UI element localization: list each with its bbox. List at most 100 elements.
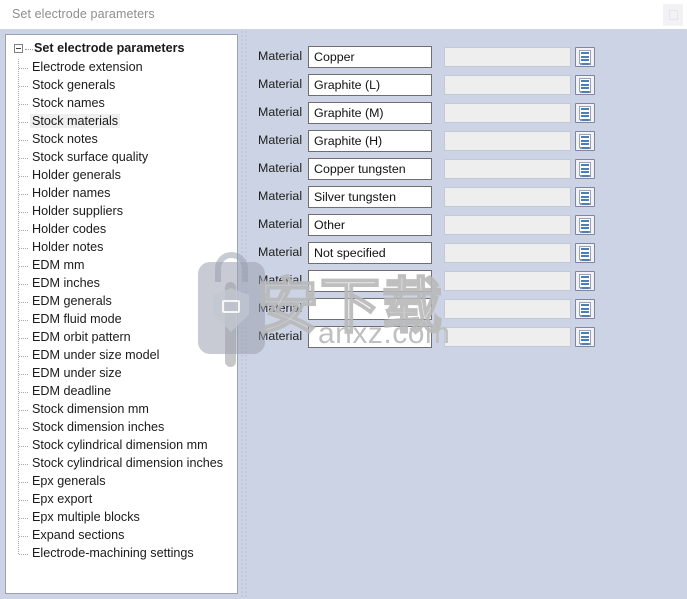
tree-item-epx-export[interactable]: Epx export	[14, 491, 225, 509]
list-editor-icon-base	[580, 119, 591, 121]
material-name-input[interactable]	[308, 74, 432, 96]
pane-splitter[interactable]	[239, 29, 248, 599]
list-editor-icon	[579, 106, 591, 121]
material-value-input[interactable]	[444, 75, 571, 95]
material-name-input[interactable]	[308, 242, 432, 264]
tree-root-node[interactable]: Set electrode parameters	[14, 40, 225, 59]
tree-vertical-scrollbar[interactable]	[224, 35, 237, 593]
tree-item-edm-mm[interactable]: EDM mm	[14, 257, 225, 275]
tree-item-stock-materials[interactable]: Stock materials	[14, 113, 225, 131]
tree-item-stock-notes[interactable]: Stock notes	[14, 131, 225, 149]
tree-item-label: Stock surface quality	[32, 150, 149, 164]
tree-item-holder-names[interactable]: Holder names	[14, 185, 225, 203]
tree-item-stock-cylindrical-dimension-mm[interactable]: Stock cylindrical dimension mm	[14, 437, 225, 455]
material-list-editor-button[interactable]	[575, 299, 595, 319]
material-value-input[interactable]	[444, 103, 571, 123]
tree-connector-line	[19, 284, 28, 285]
tree-connector-line	[19, 140, 28, 141]
tree-item-holder-codes[interactable]: Holder codes	[14, 221, 225, 239]
material-row: Material	[248, 326, 687, 348]
tree-item-edm-under-size[interactable]: EDM under size	[14, 365, 225, 383]
tree-item-edm-fluid-mode[interactable]: EDM fluid mode	[14, 311, 225, 329]
tree-connector-line	[19, 230, 28, 231]
material-name-input[interactable]	[308, 130, 432, 152]
tree-item-label: Holder notes	[32, 240, 104, 254]
collapse-box-icon[interactable]	[14, 44, 23, 53]
material-list-editor-button[interactable]	[575, 243, 595, 263]
tree-item-epx-multiple-blocks[interactable]: Epx multiple blocks	[14, 509, 225, 527]
material-value-input[interactable]	[444, 215, 571, 235]
material-list-editor-button[interactable]	[575, 187, 595, 207]
tree-item-stock-dimension-inches[interactable]: Stock dimension inches	[14, 419, 225, 437]
material-name-input[interactable]	[308, 214, 432, 236]
tree-item-label: Stock notes	[32, 132, 98, 146]
tree-item-edm-under-size-model[interactable]: EDM under size model	[14, 347, 225, 365]
tree-item-edm-generals[interactable]: EDM generals	[14, 293, 225, 311]
tree-connector-line	[19, 410, 28, 411]
tree-item-edm-orbit-pattern[interactable]: EDM orbit pattern	[14, 329, 225, 347]
list-editor-icon	[579, 50, 591, 65]
material-list-editor-button[interactable]	[575, 215, 595, 235]
tree-item-epx-generals[interactable]: Epx generals	[14, 473, 225, 491]
material-row-label: Material	[258, 217, 303, 231]
material-value-input[interactable]	[444, 271, 571, 291]
material-list-editor-button[interactable]	[575, 159, 595, 179]
tree-item-stock-surface-quality[interactable]: Stock surface quality	[14, 149, 225, 167]
tree-item-stock-cylindrical-dimension-inches[interactable]: Stock cylindrical dimension inches	[14, 455, 225, 473]
tree-connector-line	[19, 500, 28, 501]
tree-item-label: Epx multiple blocks	[32, 510, 140, 524]
material-name-input[interactable]	[308, 46, 432, 68]
tree-item-electrode-machining-settings[interactable]: Electrode-machining settings	[14, 545, 225, 563]
tree-connector-line	[19, 248, 28, 249]
material-value-input[interactable]	[444, 299, 571, 319]
material-list-editor-button[interactable]	[575, 47, 595, 67]
material-value-input[interactable]	[444, 47, 571, 67]
material-name-input[interactable]	[308, 186, 432, 208]
tree-item-electrode-extension[interactable]: Electrode extension	[14, 59, 225, 77]
material-value-input[interactable]	[444, 131, 571, 151]
tree-item-holder-suppliers[interactable]: Holder suppliers	[14, 203, 225, 221]
tree-item-stock-generals[interactable]: Stock generals	[14, 77, 225, 95]
tree-connector-line	[19, 212, 28, 213]
tree-connector-line	[19, 536, 28, 537]
tree-item-label: Stock cylindrical dimension inches	[32, 456, 224, 470]
list-editor-icon	[579, 134, 591, 149]
material-value-input[interactable]	[444, 243, 571, 263]
material-row: Material	[248, 186, 687, 208]
list-editor-icon	[579, 274, 591, 289]
scrollbar-thumb[interactable]	[225, 282, 236, 367]
tree-item-label: Stock dimension inches	[32, 420, 165, 434]
material-row: Material	[248, 158, 687, 180]
material-row: Material	[248, 46, 687, 68]
tree-item-label: Epx generals	[32, 474, 106, 488]
material-row: Material	[248, 214, 687, 236]
material-list-editor-button[interactable]	[575, 75, 595, 95]
tree-item-stock-names[interactable]: Stock names	[14, 95, 225, 113]
material-name-input[interactable]	[308, 298, 432, 320]
material-list-editor-button[interactable]	[575, 327, 595, 347]
material-list-editor-button[interactable]	[575, 131, 595, 151]
tree-connector-line	[19, 338, 28, 339]
tree-item-holder-notes[interactable]: Holder notes	[14, 239, 225, 257]
window-button-icon	[669, 10, 678, 20]
tree-item-expand-sections[interactable]: Expand sections	[14, 527, 225, 545]
material-value-input[interactable]	[444, 159, 571, 179]
tree-item-edm-inches[interactable]: EDM inches	[14, 275, 225, 293]
tree-item-stock-dimension-mm[interactable]: Stock dimension mm	[14, 401, 225, 419]
window-control-button[interactable]	[663, 4, 683, 26]
list-editor-icon-base	[580, 287, 591, 289]
material-name-input[interactable]	[308, 102, 432, 124]
tree-item-holder-generals[interactable]: Holder generals	[14, 167, 225, 185]
material-row: Material	[248, 298, 687, 320]
material-name-input[interactable]	[308, 158, 432, 180]
material-value-input[interactable]	[444, 327, 571, 347]
material-name-input[interactable]	[308, 270, 432, 292]
material-row-label: Material	[258, 301, 303, 315]
material-list-editor-button[interactable]	[575, 271, 595, 291]
list-editor-icon-base	[580, 91, 591, 93]
material-value-input[interactable]	[444, 187, 571, 207]
tree-connector-line	[19, 428, 28, 429]
material-list-editor-button[interactable]	[575, 103, 595, 123]
material-name-input[interactable]	[308, 326, 432, 348]
tree-item-edm-deadline[interactable]: EDM deadline	[14, 383, 225, 401]
